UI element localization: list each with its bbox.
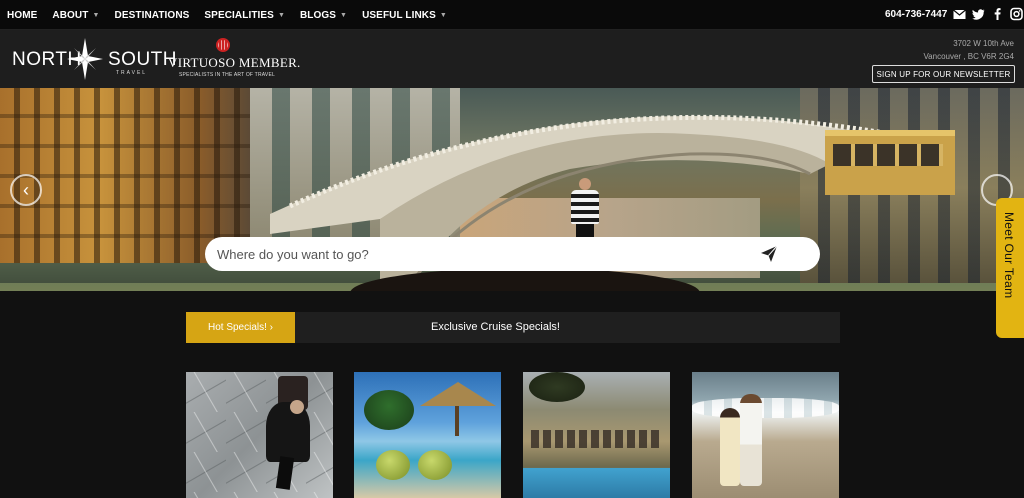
special-card-safari[interactable] [523, 372, 670, 498]
specials-headline[interactable]: Exclusive Cruise Specials! [431, 321, 560, 333]
card-image-detail [275, 456, 295, 490]
facebook-icon[interactable] [991, 7, 1004, 21]
hero-image-detail [571, 190, 599, 224]
logo-south-text: SOUTH [108, 49, 177, 70]
card-image-detail [266, 402, 310, 462]
twitter-icon[interactable] [972, 7, 985, 21]
caret-down-icon: ▼ [340, 11, 348, 19]
nav-item-about[interactable]: ABOUT ▼ [52, 10, 99, 21]
card-image-detail [455, 406, 459, 436]
card-image-detail [290, 400, 304, 414]
specials-bar: Hot Specials! › Exclusive Cruise Special… [186, 312, 840, 343]
card-image-detail [692, 398, 839, 418]
hero-image-detail [579, 178, 591, 190]
paper-plane-icon[interactable] [760, 245, 778, 263]
instagram-icon[interactable] [1010, 7, 1023, 21]
phone-number[interactable]: 604-736-7447 [885, 9, 947, 20]
compass-icon [67, 38, 103, 80]
north-south-logo[interactable]: NORTH SOUTH TRAVEL [12, 38, 177, 80]
hot-specials-button[interactable]: Hot Specials! › [186, 312, 295, 343]
main-menu: HOME ABOUT ▼ DESTINATIONS SPECIALITIES ▼ B… [7, 0, 462, 30]
virtuoso-member-logo: VIRTUOSO MEMBER. SPECIALISTS IN THE ART … [168, 38, 300, 82]
card-image-detail [523, 468, 670, 498]
nav-item-blogs[interactable]: BLOGS ▼ [300, 10, 347, 21]
nav-item-home[interactable]: HOME [7, 10, 37, 21]
address-line: Vancouver , BC V6R 2G4 [923, 52, 1014, 61]
nav-item-label: ABOUT [52, 9, 89, 21]
hero-image [0, 88, 250, 263]
social-links [953, 7, 1023, 21]
nav-item-useful-links[interactable]: USEFUL LINKS ▼ [362, 10, 447, 21]
card-image-detail [529, 372, 585, 402]
destination-search [205, 237, 820, 271]
meet-our-team-tab[interactable]: Meet Our Team [996, 198, 1024, 338]
nav-item-label: DESTINATIONS [114, 9, 190, 21]
site-header: NORTH SOUTH TRAVEL VIRTUOSO MEMBER. SPEC… [0, 30, 1024, 88]
caret-down-icon: ▼ [277, 11, 285, 19]
address-line: 3702 W 10th Ave [953, 39, 1014, 48]
card-image-detail [720, 408, 740, 486]
slider-prev-button[interactable]: ‹ [10, 174, 42, 206]
globe-icon [216, 38, 230, 52]
hero-image-detail [825, 130, 955, 195]
special-card-business-travel[interactable] [186, 372, 333, 498]
caret-down-icon: ▼ [439, 11, 447, 19]
nav-item-label: HOME [7, 9, 38, 21]
card-image-detail [740, 394, 762, 486]
meet-our-team-label: Meet Our Team [1002, 212, 1016, 299]
caret-down-icon: ▼ [92, 11, 100, 19]
card-image-detail [364, 390, 414, 430]
special-card-beach-couple[interactable] [692, 372, 839, 498]
virtuoso-tagline: SPECIALISTS IN THE ART OF TRAVEL [179, 72, 275, 78]
envelope-icon[interactable] [953, 7, 966, 21]
address: 3702 W 10th Ave Vancouver , BC V6R 2G4 [923, 37, 1014, 63]
logo-travel-text: TRAVEL [116, 70, 148, 76]
nav-item-label: USEFUL LINKS [362, 9, 436, 21]
virtuoso-name: VIRTUOSO MEMBER. [168, 55, 301, 70]
chevron-left-icon: ‹ [23, 179, 29, 200]
card-image-detail [376, 450, 410, 480]
nav-item-destinations[interactable]: DESTINATIONS [115, 10, 190, 21]
newsletter-signup-button[interactable]: SIGN UP FOR OUR NEWSLETTER [872, 65, 1015, 83]
card-image-detail [420, 382, 496, 406]
nav-item-label: SPECIALITIES [204, 9, 274, 21]
special-card-tropical-resort[interactable] [354, 372, 501, 498]
card-image-detail [531, 430, 661, 448]
nav-item-specialities[interactable]: SPECIALITIES ▼ [204, 10, 285, 21]
nav-item-label: BLOGS [299, 9, 337, 21]
card-image-detail [418, 450, 452, 480]
top-nav: HOME ABOUT ▼ DESTINATIONS SPECIALITIES ▼ B… [0, 0, 1024, 30]
search-input[interactable] [217, 246, 737, 262]
